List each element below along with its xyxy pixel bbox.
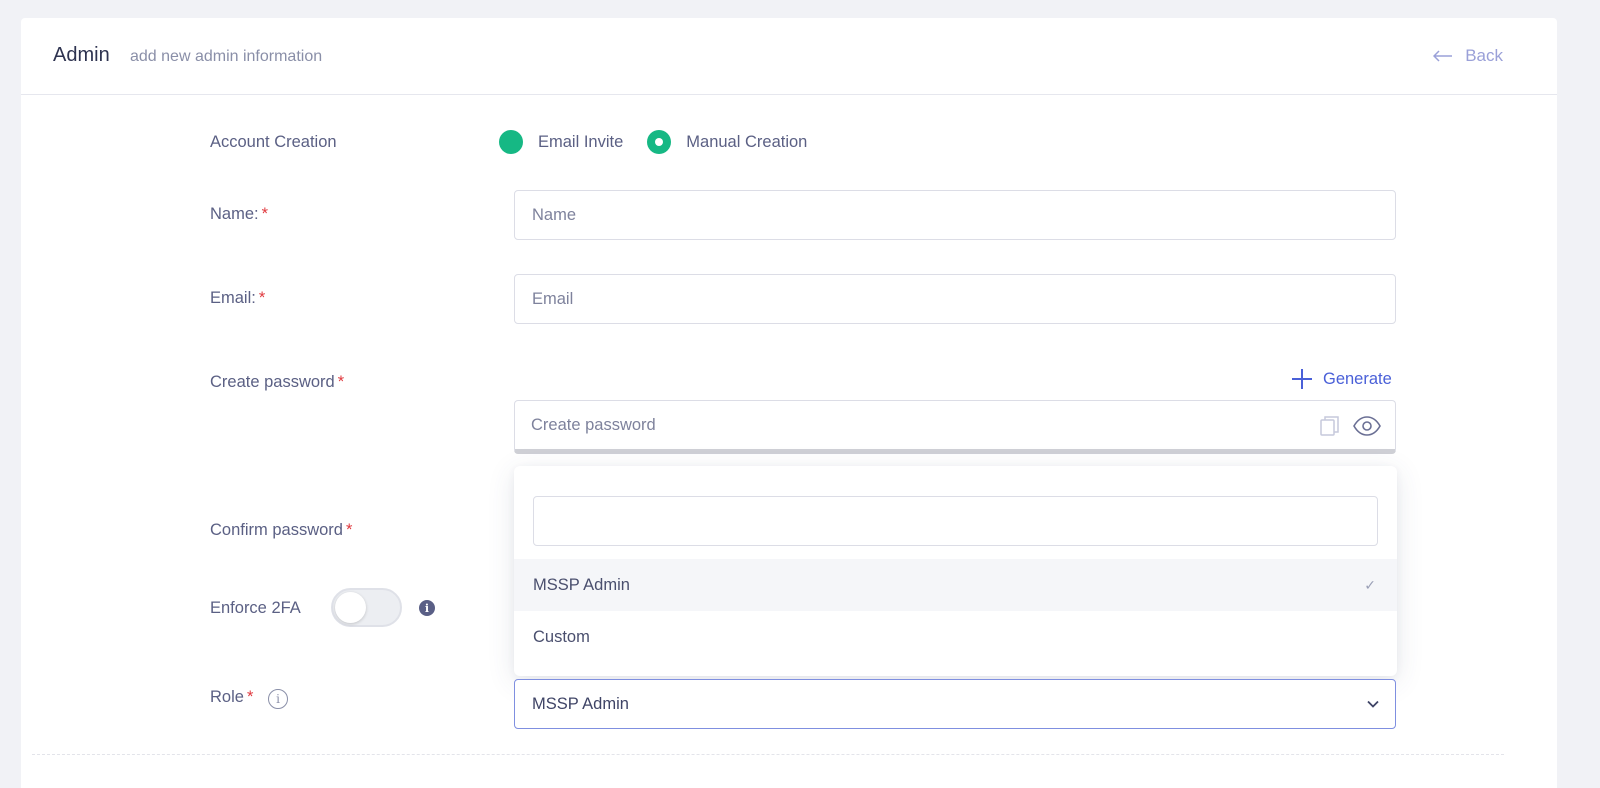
required-marker: * <box>345 521 353 539</box>
role-option-label: MSSP Admin <box>533 575 630 594</box>
radio-indicator-selected <box>647 130 672 154</box>
radio-label-email-invite: Email Invite <box>538 132 624 151</box>
role-dropdown-search-input[interactable] <box>533 496 1378 546</box>
role-option-custom[interactable]: Custom <box>514 611 1397 663</box>
role-label: Role * <box>210 688 253 707</box>
section-divider <box>32 754 1504 755</box>
check-icon: ✓ <box>1364 576 1376 593</box>
enforce-2fa-toggle[interactable] <box>331 588 402 627</box>
radio-label-manual-creation: Manual Creation <box>686 132 808 151</box>
name-input[interactable] <box>514 190 1396 240</box>
radio-email-invite[interactable]: Email Invite <box>499 130 623 154</box>
role-select[interactable]: MSSP Admin <box>514 679 1396 729</box>
page-title: Admin <box>53 44 110 66</box>
role-label-text: Role <box>210 688 244 706</box>
back-label: Back <box>1465 46 1503 65</box>
info-icon[interactable]: i <box>419 600 435 616</box>
role-dropdown-menu: MSSP Admin ✓ Custom <box>514 466 1397 676</box>
email-input[interactable] <box>514 274 1396 324</box>
role-option-mssp-admin[interactable]: MSSP Admin ✓ <box>514 559 1397 611</box>
account-creation-radio-group: Email Invite Manual Creation <box>499 130 831 154</box>
create-password-field <box>514 400 1396 454</box>
role-option-label: Custom <box>533 627 590 646</box>
required-marker: * <box>261 205 269 223</box>
arrow-left-icon <box>1433 50 1453 62</box>
email-label: Email: * <box>210 289 265 308</box>
plus-icon <box>1292 369 1312 389</box>
radio-manual-creation[interactable]: Manual Creation <box>647 130 807 154</box>
role-selected-value: MSSP Admin <box>532 694 629 713</box>
role-info-icon[interactable]: i <box>268 689 288 709</box>
password-field-icons <box>1319 414 1381 438</box>
create-password-label-text: Create password <box>210 373 335 391</box>
account-creation-label: Account Creation <box>210 133 337 151</box>
generate-label: Generate <box>1323 369 1392 388</box>
radio-indicator <box>499 130 523 154</box>
card-header: Admin add new admin information Back <box>21 18 1557 95</box>
back-link[interactable]: Back <box>1433 46 1503 66</box>
name-label: Name: * <box>210 205 268 224</box>
required-marker: * <box>246 688 254 706</box>
page-subtitle: add new admin information <box>130 48 323 65</box>
chevron-down-icon <box>1367 700 1379 708</box>
eye-icon[interactable] <box>1353 416 1381 436</box>
required-marker: * <box>258 289 266 307</box>
required-marker: * <box>337 373 345 391</box>
name-label-text: Name: <box>210 205 259 223</box>
copy-icon[interactable] <box>1319 414 1341 438</box>
enforce-2fa-label: Enforce 2FA <box>210 599 301 617</box>
confirm-password-label: Confirm password * <box>210 521 352 540</box>
generate-password-button[interactable]: Generate <box>1291 368 1392 390</box>
email-label-text: Email: <box>210 289 256 307</box>
create-password-label: Create password * <box>210 373 344 392</box>
confirm-password-label-text: Confirm password <box>210 521 343 539</box>
create-password-input[interactable] <box>515 401 1275 449</box>
